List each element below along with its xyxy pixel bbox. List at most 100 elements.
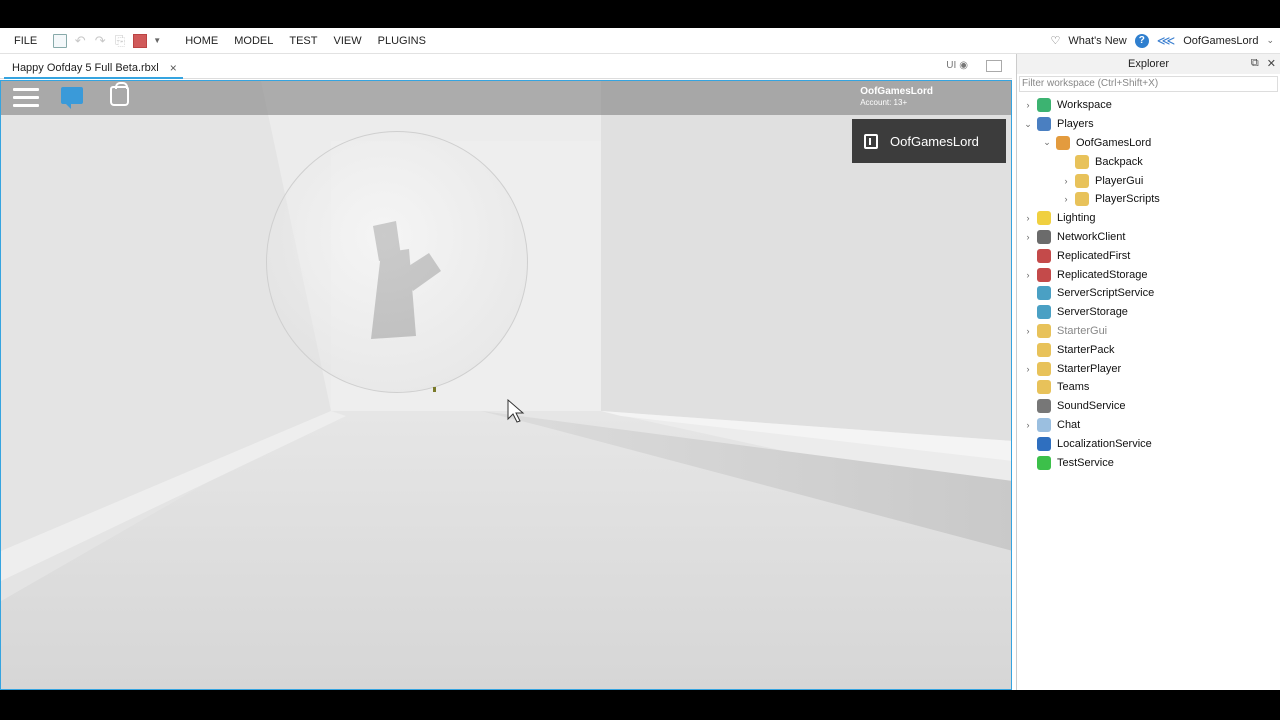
explorer-item-soundservice[interactable]: SoundService bbox=[1017, 397, 1280, 416]
heart-icon[interactable]: ♡ bbox=[1051, 34, 1061, 47]
corridor-scene bbox=[1, 81, 1011, 689]
explorer-item-label: Backpack bbox=[1095, 155, 1143, 168]
dock-icon[interactable] bbox=[986, 60, 1002, 72]
ui-toggle-label: UI bbox=[946, 60, 957, 71]
whats-new-link[interactable]: What's New bbox=[1068, 35, 1126, 47]
service-icon bbox=[1037, 248, 1051, 263]
player-card[interactable]: OofGamesLord bbox=[852, 119, 1006, 163]
undock-icon[interactable]: ⧉ bbox=[1251, 57, 1259, 70]
explorer-item-label: Chat bbox=[1057, 418, 1081, 431]
chevron-right-icon[interactable]: › bbox=[1023, 213, 1033, 223]
explorer-item-chat[interactable]: › Chat bbox=[1017, 416, 1280, 435]
tab-place-file[interactable]: Happy Oofday 5 Full Beta.rbxl × bbox=[4, 57, 183, 79]
service-icon bbox=[1037, 211, 1051, 226]
explorer-item-label: ServerStorage bbox=[1057, 306, 1128, 319]
service-icon bbox=[1075, 192, 1089, 207]
mouse-cursor-icon bbox=[507, 399, 525, 423]
menubar-right: ♡ What's New ? ⋘ OofGamesLord ⌄ bbox=[1051, 33, 1280, 49]
player-card-name: OofGamesLord bbox=[890, 133, 979, 149]
chat-icon[interactable] bbox=[61, 87, 83, 109]
undo-icon[interactable]: ↶ bbox=[73, 33, 87, 48]
service-icon bbox=[1037, 399, 1051, 414]
close-icon[interactable]: × bbox=[170, 57, 177, 79]
explorer-item-networkclient[interactable]: › NetworkClient bbox=[1017, 228, 1280, 247]
explorer-item-testservice[interactable]: TestService bbox=[1017, 453, 1280, 472]
tab-title: Happy Oofday 5 Full Beta.rbxl bbox=[12, 62, 159, 74]
menu-home[interactable]: HOME bbox=[177, 28, 226, 54]
chevron-right-icon[interactable]: › bbox=[1023, 326, 1033, 336]
service-icon bbox=[1037, 229, 1051, 244]
chevron-right-icon[interactable]: › bbox=[1023, 232, 1033, 242]
publish-icon[interactable]: ⎘ bbox=[113, 33, 127, 48]
chevron-right-icon[interactable]: › bbox=[1061, 194, 1071, 204]
explorer-item-label: ReplicatedStorage bbox=[1057, 268, 1148, 281]
explorer-item-label: StarterPack bbox=[1057, 343, 1115, 356]
menu-plugins[interactable]: PLUGINS bbox=[370, 28, 434, 54]
explorer-item-label: StarterPlayer bbox=[1057, 362, 1122, 375]
explorer-item-label: ReplicatedFirst bbox=[1057, 249, 1131, 262]
explorer-title: Explorer bbox=[1128, 58, 1169, 70]
quick-access-toolbar: ↶ ↷ ⎘ ▼ bbox=[53, 33, 167, 48]
explorer-item-replicatedfirst[interactable]: ReplicatedFirst bbox=[1017, 246, 1280, 265]
document-tabbar: Happy Oofday 5 Full Beta.rbxl × UI ◉ bbox=[0, 55, 1012, 79]
explorer-item-playergui[interactable]: › PlayerGui bbox=[1017, 171, 1280, 190]
explorer-header: Explorer ⧉ ✕ bbox=[1017, 54, 1280, 74]
explorer-item-label: Players bbox=[1057, 118, 1094, 131]
close-icon[interactable]: ✕ bbox=[1267, 57, 1276, 70]
chevron-down-icon[interactable]: ⌄ bbox=[1266, 35, 1274, 46]
chevron-down-icon[interactable]: ⌄ bbox=[1023, 119, 1033, 130]
explorer-item-players[interactable]: ⌄ Players bbox=[1017, 115, 1280, 134]
explorer-item-label: Lighting bbox=[1057, 212, 1096, 225]
explorer-item-serverstorage[interactable]: ServerStorage bbox=[1017, 303, 1280, 322]
explorer-item-teams[interactable]: Teams bbox=[1017, 378, 1280, 397]
menu-file[interactable]: FILE bbox=[0, 28, 45, 54]
ui-visibility-toggle[interactable]: UI ◉ bbox=[946, 60, 968, 71]
hamburger-menu-icon[interactable] bbox=[13, 88, 39, 108]
explorer-item-serverscriptservice[interactable]: ServerScriptService bbox=[1017, 284, 1280, 303]
new-file-icon[interactable] bbox=[53, 33, 68, 48]
customize-toolbar-chevron-icon[interactable]: ▼ bbox=[153, 34, 167, 48]
explorer-item-playerscripts[interactable]: › PlayerScripts bbox=[1017, 190, 1280, 209]
explorer-item-lighting[interactable]: › Lighting bbox=[1017, 209, 1280, 228]
chevron-right-icon[interactable]: › bbox=[1023, 100, 1033, 110]
explorer-item-replicatedstorage[interactable]: › ReplicatedStorage bbox=[1017, 265, 1280, 284]
explorer-item-starterpack[interactable]: StarterPack bbox=[1017, 340, 1280, 359]
service-icon bbox=[1037, 117, 1051, 132]
ribbon-menubar: FILE ↶ ↷ ⎘ ▼ HOME MODEL TEST VIEW PLUGIN… bbox=[0, 28, 1280, 54]
explorer-item-oofgameslord[interactable]: ⌄ OofGamesLord bbox=[1017, 134, 1280, 153]
chevron-right-icon[interactable]: › bbox=[1023, 270, 1033, 280]
share-icon[interactable]: ⋘ bbox=[1157, 33, 1176, 49]
explorer-item-startergui[interactable]: › StarterGui bbox=[1017, 322, 1280, 341]
chevron-right-icon[interactable]: › bbox=[1061, 176, 1071, 186]
stop-icon[interactable] bbox=[133, 33, 148, 48]
backpack-icon[interactable] bbox=[110, 82, 129, 106]
marker-dot bbox=[433, 387, 436, 392]
redo-icon[interactable]: ↷ bbox=[93, 33, 107, 48]
user-menu[interactable]: OofGamesLord bbox=[1183, 35, 1258, 47]
chevron-right-icon[interactable]: › bbox=[1023, 420, 1033, 430]
service-icon bbox=[1075, 154, 1089, 169]
help-icon[interactable]: ? bbox=[1134, 33, 1149, 48]
service-icon bbox=[1037, 455, 1051, 470]
explorer-item-label: PlayerGui bbox=[1095, 174, 1144, 187]
game-viewport[interactable]: OofGamesLord Account: 13+ OofGamesLord bbox=[0, 80, 1012, 690]
chevron-right-icon[interactable]: › bbox=[1023, 364, 1033, 374]
explorer-item-workspace[interactable]: › Workspace bbox=[1017, 96, 1280, 115]
explorer-filter-input[interactable]: Filter workspace (Ctrl+Shift+X) bbox=[1019, 76, 1278, 92]
service-icon bbox=[1037, 323, 1051, 338]
chevron-down-icon[interactable]: ⌄ bbox=[1042, 137, 1052, 148]
service-icon bbox=[1037, 305, 1051, 320]
explorer-item-localizationservice[interactable]: LocalizationService bbox=[1017, 434, 1280, 453]
service-icon bbox=[1056, 135, 1070, 150]
menu-view[interactable]: VIEW bbox=[325, 28, 369, 54]
explorer-item-label: Teams bbox=[1057, 381, 1090, 394]
service-icon bbox=[1037, 436, 1051, 451]
explorer-item-starterplayer[interactable]: › StarterPlayer bbox=[1017, 359, 1280, 378]
explorer-item-backpack[interactable]: Backpack bbox=[1017, 152, 1280, 171]
menu-test[interactable]: TEST bbox=[281, 28, 325, 54]
service-icon bbox=[1037, 361, 1051, 376]
menu-model[interactable]: MODEL bbox=[226, 28, 281, 54]
account-info: OofGamesLord Account: 13+ bbox=[860, 86, 933, 108]
account-age: Account: 13+ bbox=[860, 98, 908, 107]
explorer-item-label: SoundService bbox=[1057, 400, 1126, 413]
